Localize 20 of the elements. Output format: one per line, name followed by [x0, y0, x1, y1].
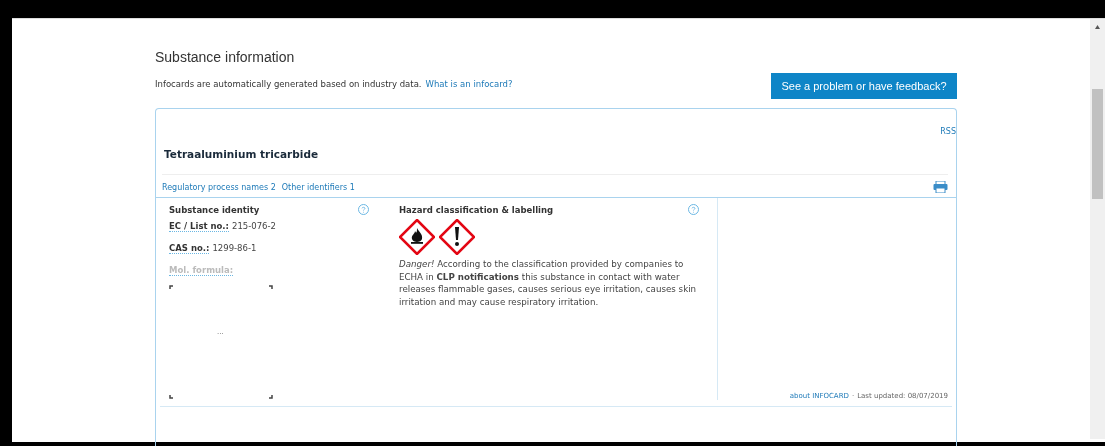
column-title: Substance identity	[169, 204, 260, 215]
substance-name: Tetraaluminium tricarbide	[163, 147, 320, 160]
help-icon[interactable]	[358, 204, 369, 215]
rss-link[interactable]: RSS	[940, 127, 956, 136]
column-title: Hazard classification & labelling	[399, 204, 554, 215]
identifier-link[interactable]: Regulatory process names 2	[162, 182, 276, 192]
identifier-value: 215-076-2	[232, 221, 276, 232]
identifier-link[interactable]: Other identifiers 1	[281, 182, 355, 192]
identifier-label[interactable]: CAS no.:	[169, 243, 210, 254]
exclamation-pictogram-icon	[439, 219, 475, 255]
feedback-button[interactable]: See a problem or have feedback?	[771, 73, 957, 99]
identifier-value: 1299-86-1	[212, 243, 257, 254]
hazard-text: Danger! According to the classification provided by companies to ECHA in CLP notifications this substance in contact with water releases flammable gases, causes serious eye irritation, causes skin irritation and may cause respiratory irritation.	[399, 258, 698, 308]
section-title: Substance information	[155, 49, 296, 65]
intro-text: Infocards are automatically generated based on industry data.	[155, 79, 422, 89]
flame-pictogram-icon	[399, 219, 435, 255]
identifier-label[interactable]: EC / List no.:	[169, 221, 229, 232]
infocard-help-link[interactable]: What is an infocard?	[425, 79, 513, 89]
print-icon[interactable]	[933, 181, 948, 193]
help-icon[interactable]	[688, 204, 699, 215]
